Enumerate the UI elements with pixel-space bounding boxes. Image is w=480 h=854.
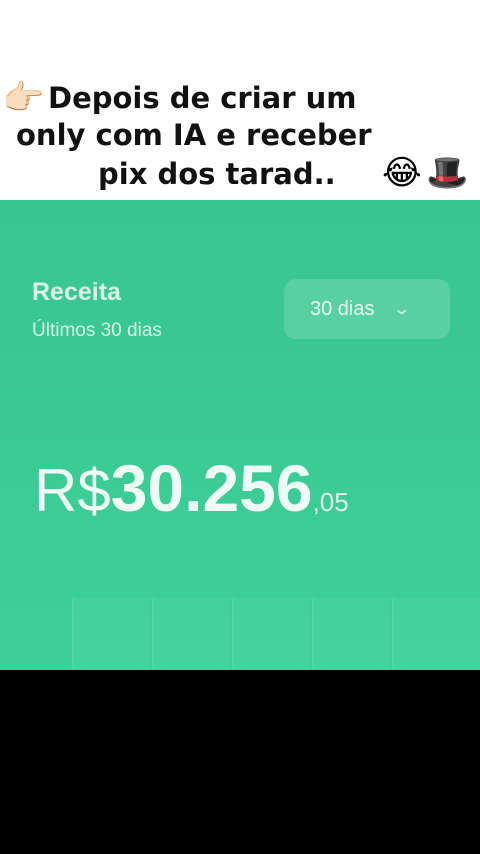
chart-bar xyxy=(312,598,390,670)
chart-bar xyxy=(152,598,230,670)
period-dropdown[interactable]: 30 dias ⌄ xyxy=(284,279,450,339)
top-hat-icon: 🎩 xyxy=(426,154,469,192)
meme-caption: 👉🏻 Depois de criar um only com IA e rece… xyxy=(0,0,480,200)
chart-bar xyxy=(232,598,310,670)
laughing-face-icon: 😂 xyxy=(382,154,422,192)
amount-value: 30.256 xyxy=(110,451,313,525)
currency-symbol: R$ xyxy=(34,457,111,524)
revenue-title: Receita xyxy=(32,278,121,306)
revenue-period-label: Últimos 30 dias xyxy=(32,320,162,341)
caption-line-1: Depois de criar um xyxy=(48,81,357,115)
caption-line-2: only com IA e receber xyxy=(16,118,372,152)
period-dropdown-value: 30 dias xyxy=(310,297,375,320)
chart-bar xyxy=(392,598,480,670)
revenue-card: Receita Últimos 30 dias 30 dias ⌄ R$30.2… xyxy=(0,200,480,670)
chart-bar xyxy=(72,598,150,670)
caption-line-3: pix dos tarad.. xyxy=(98,157,336,191)
revenue-chart-background xyxy=(0,598,480,670)
revenue-amount: R$30.256,05 xyxy=(34,450,349,526)
chevron-down-icon: ⌄ xyxy=(391,301,411,318)
pointing-hand-icon: 👉🏻 xyxy=(2,79,45,117)
amount-cents: ,05 xyxy=(312,487,349,517)
black-background xyxy=(0,670,480,854)
